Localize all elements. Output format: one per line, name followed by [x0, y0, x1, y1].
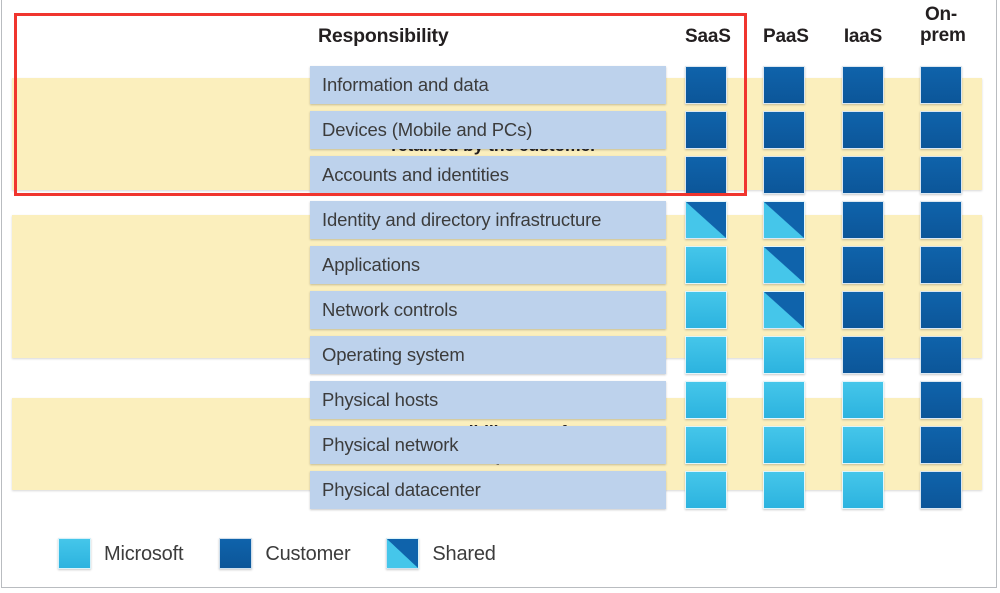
responsibility-row-label: Identity and directory infrastructure: [322, 208, 602, 230]
responsibility-row-label: Applications: [322, 253, 420, 275]
responsibility-row: Applications: [310, 246, 666, 284]
responsibility-row-label: Physical hosts: [322, 388, 439, 410]
column-header-paas: PaaS: [763, 26, 809, 47]
responsibility-row-label: Physical network: [322, 433, 459, 455]
responsibility-row: Identity and directory infrastructure: [310, 201, 666, 239]
matrix-cell-saas-microsoft: [685, 381, 727, 419]
column-header-responsibility: Responsibility: [318, 25, 449, 47]
matrix-cell-saas-microsoft: [685, 246, 727, 284]
matrix-cell-onprem-customer: [920, 201, 962, 239]
matrix-cell-onprem-customer: [920, 291, 962, 329]
responsibility-row-label: Devices (Mobile and PCs): [322, 118, 533, 140]
responsibility-row: Information and data: [310, 66, 666, 104]
matrix-cell-saas-shared: [685, 201, 727, 239]
matrix-cell-saas-microsoft: [685, 336, 727, 374]
matrix-cell-onprem-customer: [920, 471, 962, 509]
matrix-cell-paas-microsoft: [763, 336, 805, 374]
matrix-cell-onprem-customer: [920, 336, 962, 374]
legend-swatch-microsoft: [58, 538, 91, 569]
matrix-cell-iaas-customer: [842, 291, 884, 329]
matrix-cell-paas-shared: [763, 201, 805, 239]
legend-item-microsoft: Microsoft: [58, 538, 184, 569]
matrix-cell-iaas-customer: [842, 111, 884, 149]
legend-label-customer: Customer: [265, 542, 351, 565]
matrix-cell-iaas-microsoft: [842, 426, 884, 464]
matrix-cell-iaas-customer: [842, 336, 884, 374]
matrix-cell-onprem-customer: [920, 246, 962, 284]
matrix-cell-onprem-customer: [920, 426, 962, 464]
responsibility-row-label: Information and data: [322, 73, 489, 95]
responsibility-row: Network controls: [310, 291, 666, 329]
responsibility-row-label: Accounts and identities: [322, 163, 509, 185]
matrix-cell-saas-microsoft: [685, 471, 727, 509]
legend-label-microsoft: Microsoft: [104, 542, 184, 565]
matrix-cell-paas-customer: [763, 111, 805, 149]
matrix-cell-onprem-customer: [920, 381, 962, 419]
legend-swatch-customer: [219, 538, 253, 569]
matrix-cell-onprem-customer: [920, 66, 962, 104]
matrix-cell-paas-shared: [763, 291, 805, 329]
matrix-cell-paas-shared: [763, 246, 805, 284]
matrix-cell-iaas-customer: [842, 156, 884, 194]
matrix-cell-iaas-customer: [842, 66, 884, 104]
legend-item-shared: Shared: [386, 538, 496, 569]
legend-swatch-shared: [386, 538, 420, 569]
responsibility-row: Accounts and identities: [310, 156, 666, 194]
legend: Microsoft Customer Shared: [58, 538, 532, 569]
responsibility-row: Physical datacenter: [310, 471, 666, 509]
legend-label-shared: Shared: [432, 542, 496, 565]
matrix-cell-paas-customer: [763, 156, 805, 194]
responsibility-row-label: Operating system: [322, 343, 465, 365]
matrix-cell-onprem-customer: [920, 156, 962, 194]
legend-item-customer: Customer: [219, 538, 351, 569]
matrix-cell-saas-microsoft: [685, 426, 727, 464]
column-header-onprem: On-prem: [920, 4, 966, 47]
responsibility-row: Physical network: [310, 426, 666, 464]
responsibility-row: Operating system: [310, 336, 666, 374]
matrix-cell-iaas-microsoft: [842, 471, 884, 509]
matrix-cell-saas-customer: [685, 111, 727, 149]
shared-responsibility-figure: Responsibility alwaysretained by the cus…: [0, 0, 1000, 593]
responsibility-row: Devices (Mobile and PCs): [310, 111, 666, 149]
matrix-cell-saas-customer: [685, 156, 727, 194]
matrix-cell-onprem-customer: [920, 111, 962, 149]
matrix-cell-saas-customer: [685, 66, 727, 104]
column-header-iaas: IaaS: [843, 26, 883, 47]
matrix-cell-iaas-customer: [842, 246, 884, 284]
matrix-cell-paas-microsoft: [763, 381, 805, 419]
matrix-cell-paas-microsoft: [763, 471, 805, 509]
matrix-cell-iaas-microsoft: [842, 381, 884, 419]
column-header-saas: SaaS: [685, 26, 731, 47]
matrix-cell-iaas-customer: [842, 201, 884, 239]
responsibility-row: Physical hosts: [310, 381, 666, 419]
responsibility-row-label: Network controls: [322, 298, 458, 320]
matrix-cell-saas-microsoft: [685, 291, 727, 329]
matrix-cell-paas-customer: [763, 66, 805, 104]
responsibility-row-label: Physical datacenter: [322, 478, 481, 500]
matrix-cell-paas-microsoft: [763, 426, 805, 464]
